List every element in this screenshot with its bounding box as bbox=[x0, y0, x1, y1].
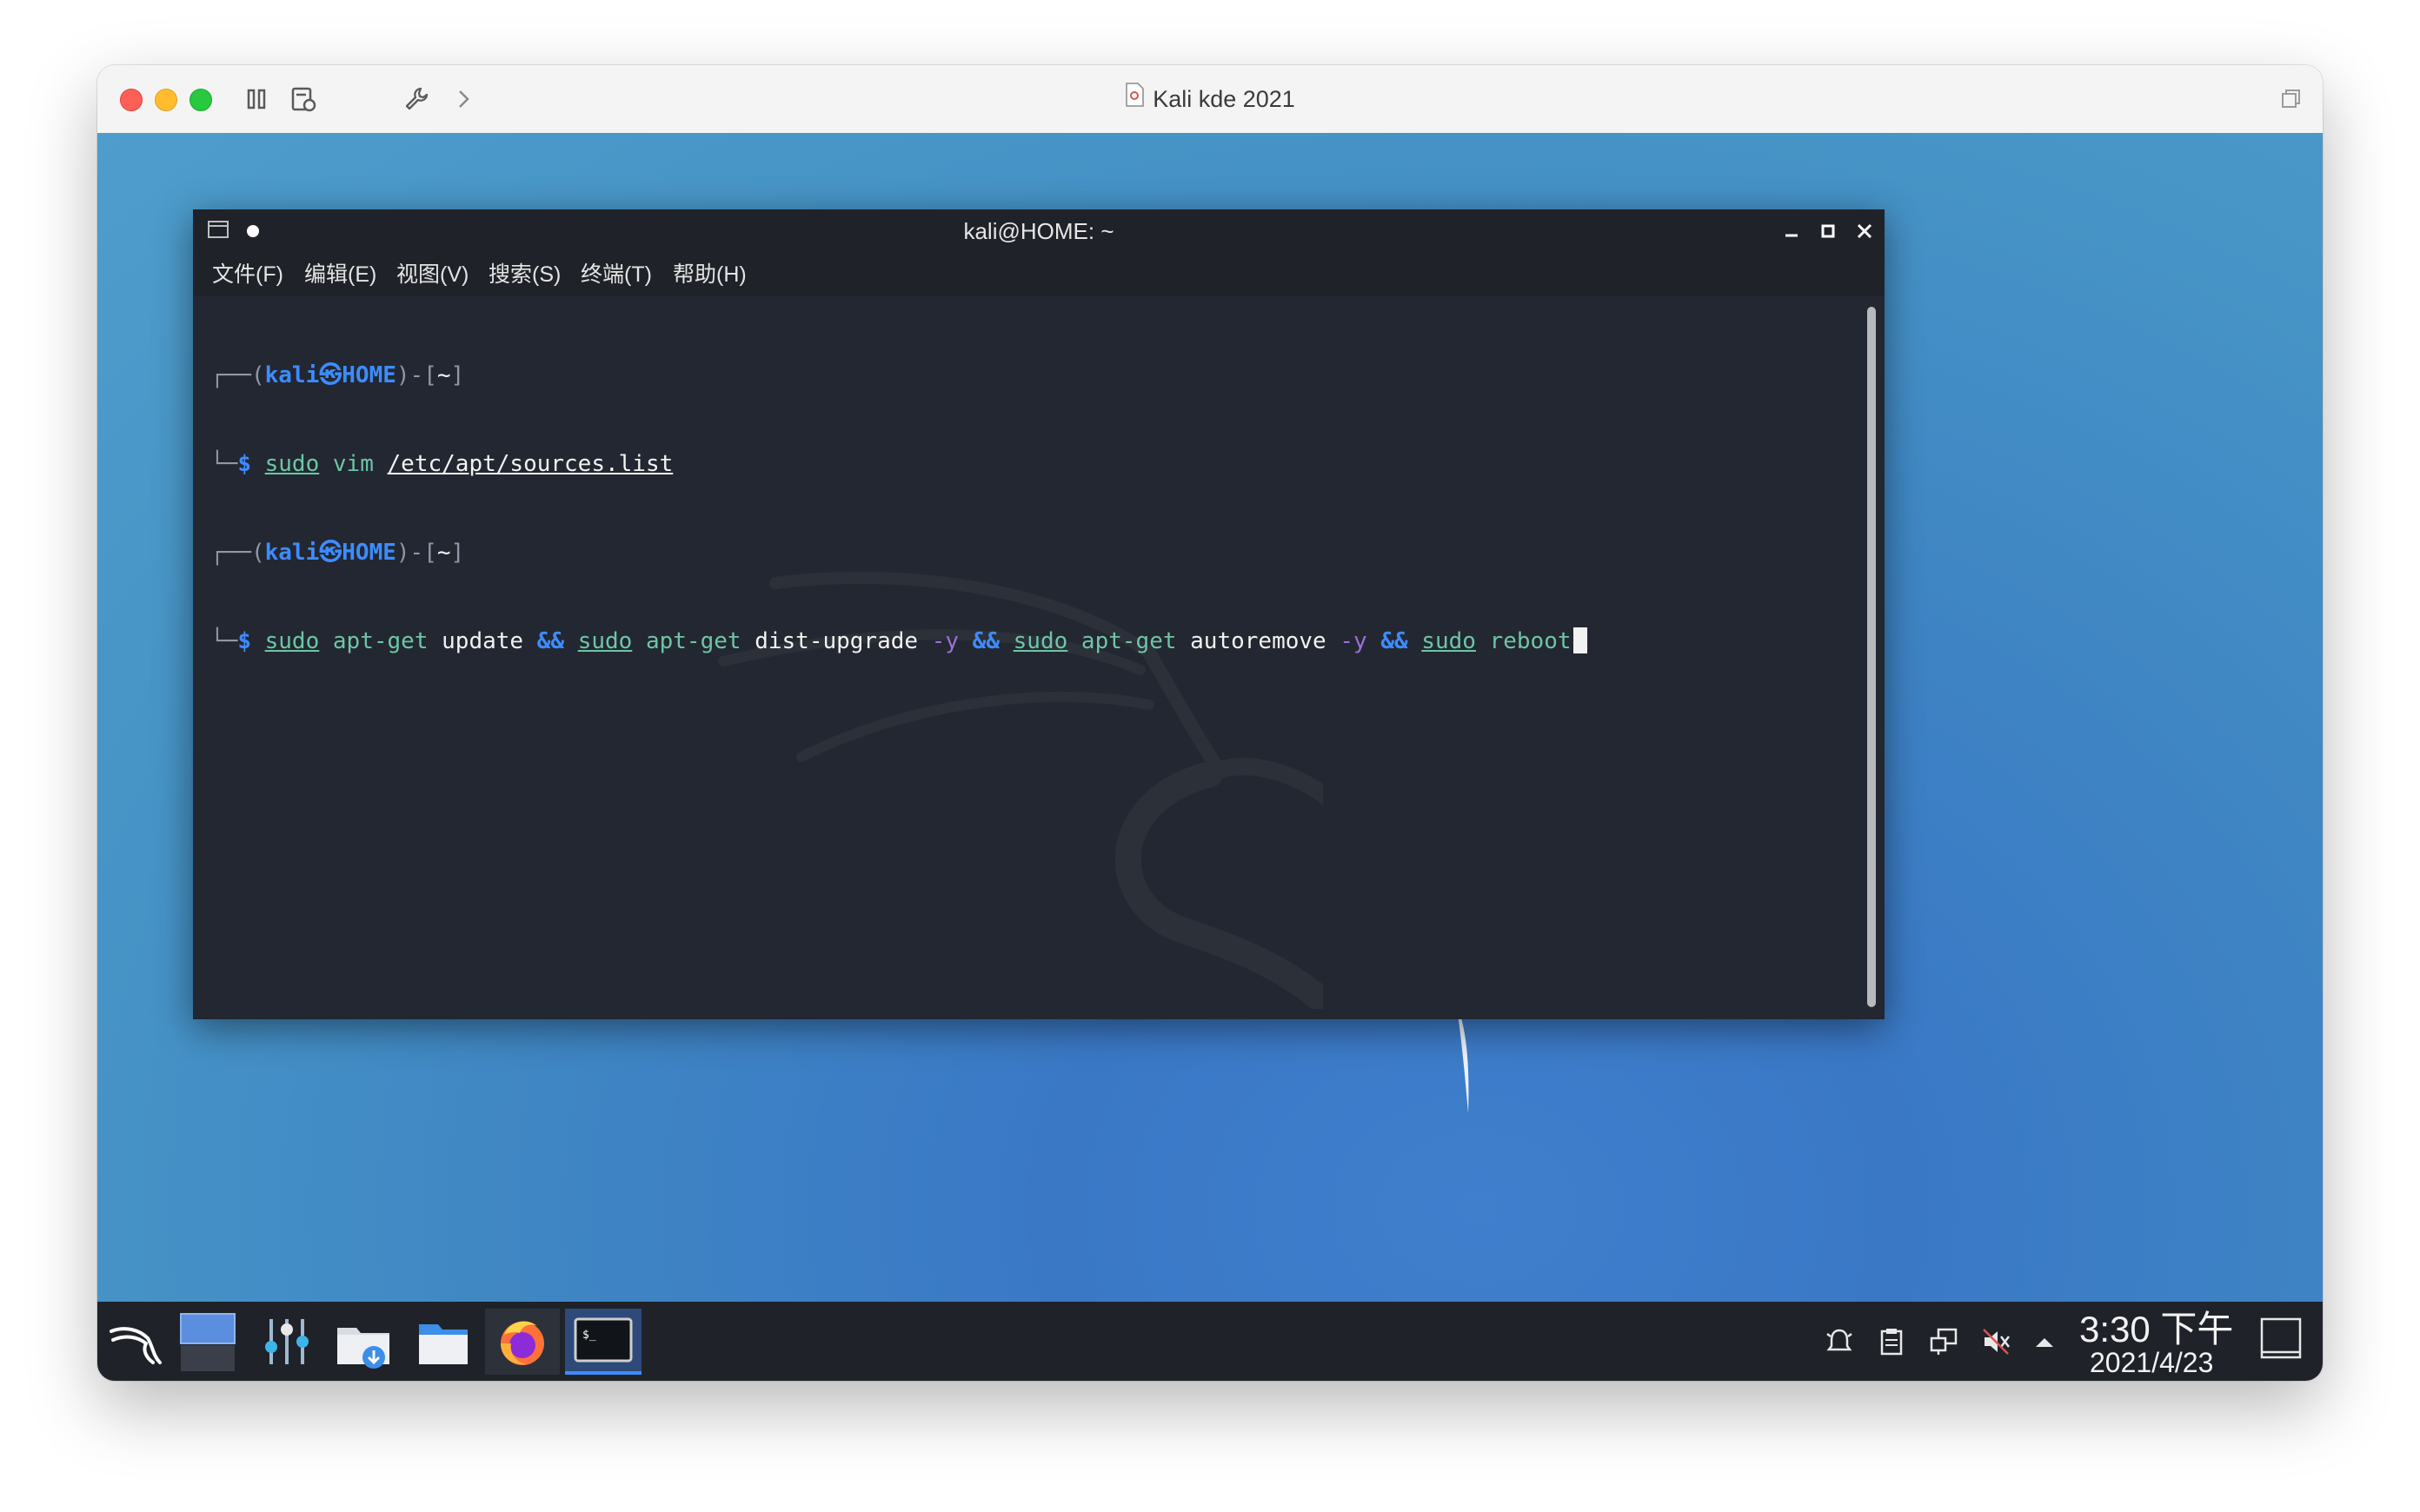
terminal-window[interactable]: kali@HOME: ~ 文件(F) 编辑(E) 视图(V) 搜索(S) 终端(… bbox=[193, 209, 1885, 1019]
menu-edit[interactable]: 编辑(E) bbox=[304, 253, 376, 296]
restore-window-icon[interactable] bbox=[2276, 84, 2305, 114]
maximize-icon[interactable] bbox=[1818, 222, 1838, 245]
terminal-menubar: 文件(F) 编辑(E) 视图(V) 搜索(S) 终端(T) 帮助(H) bbox=[193, 253, 1885, 296]
document-icon bbox=[1125, 65, 1144, 133]
terminal-output[interactable]: ┌──(kali㉿HOME)-[~] └─$ sudo vim /etc/apt… bbox=[193, 296, 1864, 1019]
clipboard-icon[interactable] bbox=[1876, 1326, 1907, 1362]
desktop: kali@HOME: ~ 文件(F) 编辑(E) 视图(V) 搜索(S) 终端(… bbox=[97, 133, 2323, 1302]
firefox-icon[interactable] bbox=[485, 1309, 560, 1375]
prompt-line-2: ┌──(kali㉿HOME)-[~] bbox=[210, 540, 465, 566]
terminal-title: kali@HOME: ~ bbox=[963, 218, 1114, 244]
downloads-icon[interactable] bbox=[330, 1309, 396, 1375]
terminal-scrollbar[interactable] bbox=[1867, 307, 1876, 1007]
menu-file[interactable]: 文件(F) bbox=[212, 253, 283, 296]
kali-menu-icon[interactable] bbox=[103, 1309, 169, 1375]
svg-text:$_: $_ bbox=[582, 1329, 596, 1342]
text-cursor bbox=[1572, 627, 1587, 653]
desktop-pager-icon[interactable] bbox=[176, 1309, 242, 1375]
vm-titlebar: Kali kde 2021 bbox=[97, 65, 2323, 134]
menu-view[interactable]: 视图(V) bbox=[396, 253, 469, 296]
notification-bell-icon[interactable] bbox=[1824, 1326, 1855, 1362]
command-line-1: └─$ sudo vim /etc/apt/sources.list bbox=[210, 451, 674, 477]
terminal-titlebar[interactable]: kali@HOME: ~ bbox=[193, 209, 1885, 253]
file-manager-icon[interactable] bbox=[410, 1309, 476, 1375]
taskbar: $_ 3:30 下午 2021/4/23 bbox=[97, 1302, 2323, 1381]
terminal-icon[interactable]: $_ bbox=[565, 1309, 642, 1375]
settings-mixer-icon[interactable] bbox=[254, 1309, 320, 1375]
clock-time[interactable]: 3:30 下午 bbox=[2079, 1309, 2233, 1350]
command-line-2[interactable]: └─$ sudo apt-get update && sudo apt-get … bbox=[210, 627, 1587, 656]
show-desktop-icon[interactable] bbox=[2260, 1317, 2302, 1359]
minimize-icon[interactable] bbox=[1782, 222, 1801, 245]
network-icon[interactable] bbox=[1928, 1326, 1959, 1362]
menu-help[interactable]: 帮助(H) bbox=[673, 253, 747, 296]
vm-title-text: Kali kde 2021 bbox=[1153, 86, 1295, 112]
vm-window: Kali kde 2021 kali@HOME: ~ 文件(F) 编辑(E) 视… bbox=[97, 65, 2323, 1381]
chevron-up-icon[interactable] bbox=[2031, 1328, 2058, 1360]
terminal-lines: ┌──(kali㉿HOME)-[~] └─$ sudo vim /etc/apt… bbox=[210, 302, 1587, 715]
clock-date[interactable]: 2021/4/23 bbox=[2090, 1347, 2213, 1378]
vm-title: Kali kde 2021 bbox=[97, 65, 2323, 133]
menu-terminal[interactable]: 终端(T) bbox=[581, 253, 652, 296]
close-icon[interactable] bbox=[1855, 222, 1874, 245]
prompt-line-1: ┌──(kali㉿HOME)-[~] bbox=[210, 362, 465, 388]
volume-muted-icon[interactable] bbox=[1980, 1326, 2011, 1362]
menu-search[interactable]: 搜索(S) bbox=[489, 253, 561, 296]
